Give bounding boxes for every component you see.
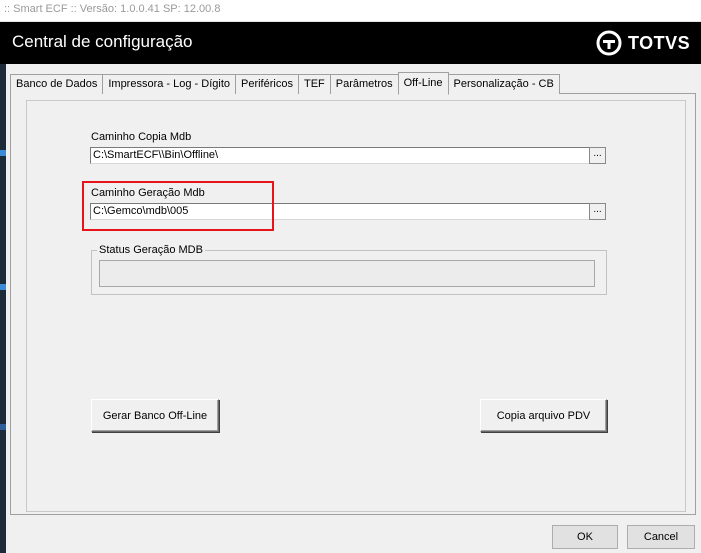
- generate-offline-db-button[interactable]: Gerar Banco Off-Line: [91, 399, 219, 432]
- cancel-button[interactable]: Cancel: [627, 525, 695, 549]
- tab-impressora-log-digito[interactable]: Impressora - Log - Dígito: [102, 74, 236, 94]
- tab-strip: Banco de Dados Impressora - Log - Dígito…: [10, 72, 560, 95]
- copy-pdv-file-button[interactable]: Copia arquivo PDV: [480, 399, 607, 432]
- logo-text: TOTVS: [628, 32, 691, 53]
- background-marker: [0, 424, 6, 430]
- copy-path-label: Caminho Copia Mdb: [91, 131, 192, 143]
- annotation-highlight-box: [82, 181, 274, 231]
- window-title: :: Smart ECF :: Versão: 1.0.0.41 SP: 12.…: [0, 0, 701, 22]
- status-group-label: Status Geração MDB: [97, 244, 205, 256]
- copy-path-browse-button[interactable]: ...: [589, 147, 606, 164]
- tab-parametros[interactable]: Parâmetros: [329, 74, 399, 94]
- totvs-logo: TOTVS: [596, 30, 690, 56]
- tab-banco-de-dados[interactable]: Banco de Dados: [10, 74, 104, 94]
- totvs-logo-icon: [596, 30, 622, 56]
- page-title: Central de configuração: [12, 32, 193, 51]
- ok-button[interactable]: OK: [552, 525, 618, 549]
- background-marker: [0, 150, 6, 156]
- copy-path-input[interactable]: C:\SmartECF\\Bin\Offline\: [90, 147, 590, 164]
- tab-personalizacao-cb[interactable]: Personalização - CB: [447, 74, 560, 94]
- tab-perifericos[interactable]: Periféricos: [235, 74, 299, 94]
- background-marker: [0, 284, 6, 290]
- gen-path-browse-button[interactable]: ...: [589, 203, 606, 220]
- background-window-edge: [0, 64, 6, 553]
- header-banner: Central de configuração TOTVS: [0, 22, 701, 64]
- status-field: [99, 260, 595, 287]
- tab-tef[interactable]: TEF: [297, 74, 331, 94]
- tab-off-line[interactable]: Off-Line: [397, 72, 449, 95]
